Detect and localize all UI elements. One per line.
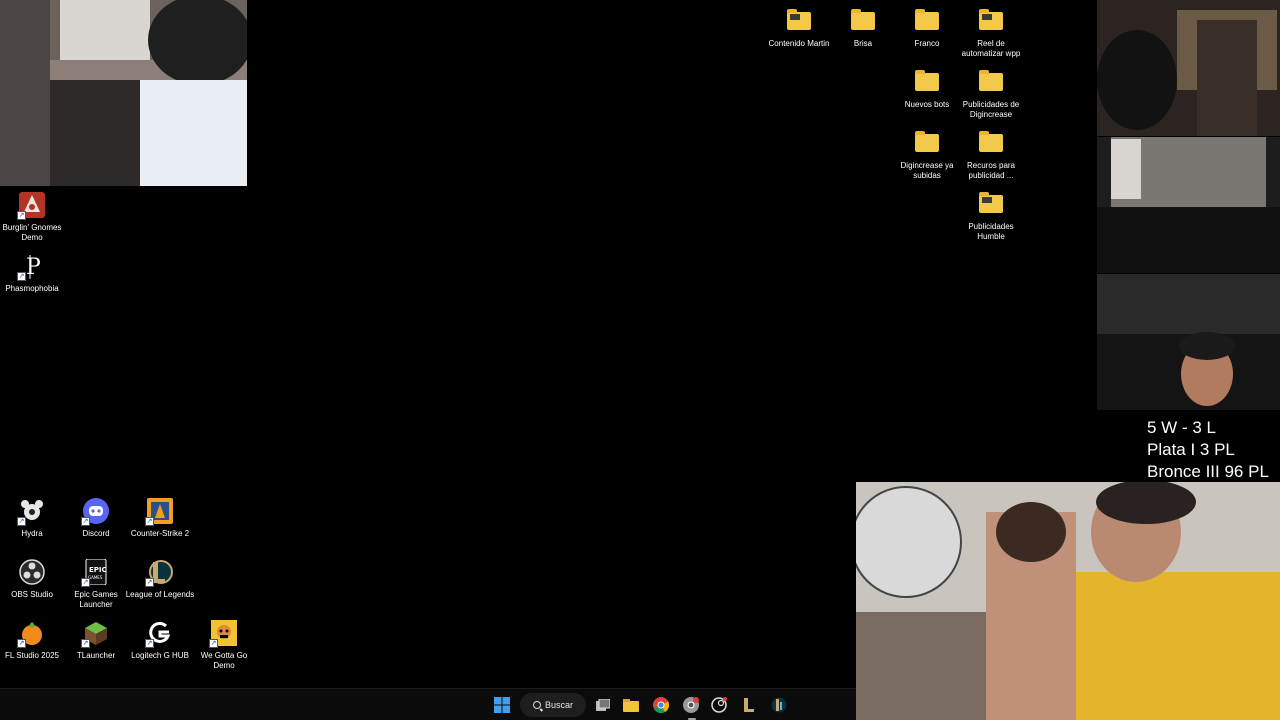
epic-games-icon: EPIC GAMES ↗ [81,557,111,587]
fl-studio-icon: ↗ [17,618,47,648]
icon-label: Epic Games Launcher [74,590,118,609]
phasmophobia-icon: P ↗ [17,255,41,281]
chrome-profile-icon[interactable] [680,693,702,720]
svg-text:GAMES: GAMES [88,575,103,580]
icon-label: OBS Studio [11,590,53,599]
icon-label: Phasmophobia [5,284,59,293]
league-client-icon[interactable] [738,693,760,717]
desktop-folder-brisa[interactable]: Brisa [831,6,895,49]
icon-label: Recuros para publicidad ... [966,161,1016,180]
discord-icon: ↗ [81,496,111,526]
search-button[interactable]: Buscar [520,693,586,717]
desktop-icon-fl-studio[interactable]: ↗ FL Studio 2025 [0,618,64,661]
file-explorer-icon[interactable] [620,693,642,717]
score-overlay: 5 W - 3 L Plata I 3 PL Bronce III 96 PL [1147,417,1269,483]
icon-label: Nuevos bots [904,100,950,109]
icon-label: We Gotta Go Demo [200,651,248,670]
riot-client-icon[interactable] [768,693,790,717]
desktop-icon-we-gotta-go[interactable]: ↗ We Gotta Go Demo [192,618,256,671]
webcam-right-2 [1097,137,1280,273]
steam-icon[interactable] [708,693,730,717]
desktop-folder-recursos-publicidad[interactable]: Recuros para publicidad ... [959,128,1023,181]
desktop-folder-franco[interactable]: Franco [895,6,959,49]
search-label: Buscar [544,700,573,710]
icon-label: Burglin' Gnomes Demo [2,223,62,242]
folder-icon [976,189,1006,219]
folder-icon [912,6,942,36]
desktop-icon-league-of-legends[interactable]: ↗ League of Legends [125,557,195,600]
logitech-icon: ↗ [145,618,175,648]
desktop-folder-reel-automatizar[interactable]: Reel de automatizar wpp [959,6,1023,59]
desktop-icon-logitech-g-hub[interactable]: ↗ Logitech G HUB [128,618,192,661]
icon-label: Hydra [21,529,43,538]
we-gotta-go-icon: ↗ [209,618,239,648]
folder-icon [912,128,942,158]
webcam-top-left [0,0,247,186]
desktop-folder-publicidades-humble[interactable]: Publicidades Humble [959,189,1023,242]
icon-label: Publicidades de Digincrease [962,100,1020,119]
chrome-icon[interactable] [650,693,672,717]
folder-icon [976,6,1006,36]
folder-icon [848,6,878,36]
rank-text-1: Plata I 3 PL [1147,440,1235,459]
desktop-icon-counter-strike-2[interactable]: ↗ Counter-Strike 2 [128,496,192,539]
gnome-game-icon: ↗ [17,190,47,220]
task-view-icon[interactable] [592,693,614,717]
desktop: ↗ Burglin' Gnomes Demo P ↗ Phasmophobia … [0,0,1280,720]
icon-label: League of Legends [125,590,195,599]
icon-label: Brisa [853,39,873,48]
folder-icon [976,128,1006,158]
icon-label: Publicidades Humble [968,222,1014,241]
hydra-icon: ↗ [17,496,47,526]
icon-label: Logitech G HUB [131,651,189,660]
desktop-icon-tlauncher[interactable]: ↗ TLauncher [64,618,128,661]
search-icon [532,701,541,709]
icon-label: Franco [914,39,940,48]
desktop-icon-hydra[interactable]: ↗ Hydra [0,496,64,539]
icon-label: Contenido Martin [768,39,830,48]
desktop-folder-contenido-martin[interactable]: Contenido Martin [767,6,831,49]
folder-icon [912,67,942,97]
icon-label: FL Studio 2025 [5,651,59,660]
icon-label: Reel de automatizar wpp [961,39,1021,58]
webcam-right-1 [1097,0,1280,136]
league-of-legends-icon: ↗ [145,557,175,587]
folder-icon [784,6,814,36]
desktop-icon-burglin-gnomes[interactable]: ↗ Burglin' Gnomes Demo [0,190,64,243]
desktop-folder-nuevos-bots[interactable]: Nuevos bots [895,67,959,110]
svg-text:P: P [26,255,41,279]
obs-icon [17,557,47,587]
desktop-folder-publicidades-digincrease[interactable]: Publicidades de Digincrease [959,67,1023,120]
webcam-bottom-right [856,482,1280,720]
desktop-folder-digincrease-subidas[interactable]: Digincrease ya subidas [895,128,959,181]
desktop-icon-epic-games[interactable]: EPIC GAMES ↗ Epic Games Launcher [64,557,128,610]
rank-text-2: Bronce III 96 PL [1147,462,1269,481]
svg-text:EPIC: EPIC [89,566,107,574]
counter-strike-icon: ↗ [145,496,175,526]
icon-label: Discord [82,529,110,538]
icon-label: TLauncher [76,651,116,660]
desktop-icon-obs-studio[interactable]: OBS Studio [0,557,64,600]
windows-start-icon[interactable] [490,693,514,717]
desktop-icon-discord[interactable]: ↗ Discord [64,496,128,539]
folder-icon [976,67,1006,97]
taskbar: Buscar [0,688,856,720]
desktop-icon-phasmophobia[interactable]: P ↗ Phasmophobia [0,251,64,294]
record-text: 5 W - 3 L [1147,418,1216,437]
webcam-right-3 [1097,274,1280,410]
icon-label: Digincrease ya subidas [900,161,954,180]
tlauncher-icon: ↗ [81,618,111,648]
icon-label: Counter-Strike 2 [130,529,190,538]
